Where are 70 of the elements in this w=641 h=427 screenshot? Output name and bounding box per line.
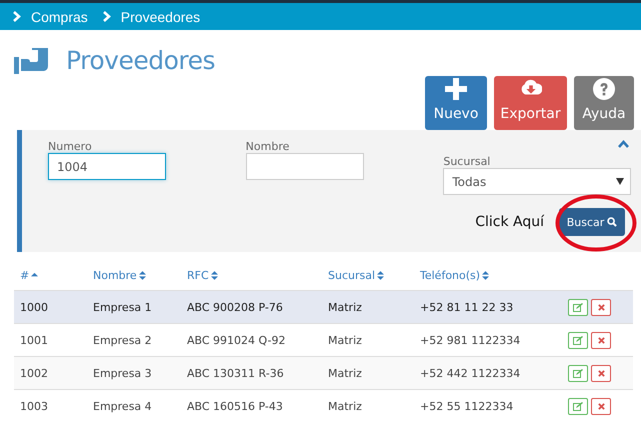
breadcrumb-link[interactable]: Proveedores	[120, 8, 200, 24]
table-row[interactable]: 1000 Empresa 1 ABC 900208 P-76 Matriz +52 81 11 22 33	[14, 290, 633, 323]
column-header[interactable]: Teléfono(s)	[420, 268, 480, 282]
plus-icon	[445, 78, 467, 100]
column-header[interactable]: Nombre	[93, 268, 137, 282]
chevron-right-icon	[12, 11, 21, 22]
search-icon	[607, 217, 618, 227]
table-cell-text: +52 442 1122334	[420, 366, 522, 380]
close-icon	[598, 370, 604, 376]
input-field[interactable]: 1004	[48, 153, 166, 180]
table-cell-text: +52 981 1122334	[420, 334, 522, 346]
delete-button[interactable]	[591, 332, 611, 348]
column-header[interactable]: #	[20, 268, 30, 282]
table-cell-text: 1000	[20, 300, 49, 314]
table-cell-text: Empresa 4	[93, 400, 153, 412]
table-cell-text: ABC 900208 P-76	[187, 300, 284, 314]
delete-button[interactable]	[591, 364, 611, 382]
close-icon	[598, 304, 604, 310]
delete-button[interactable]	[591, 298, 611, 316]
table-row[interactable]: 1003 Empresa 4 ABC 160516 P-43 Matriz +52 55 1122334	[14, 389, 633, 422]
help-button[interactable]: Ayuda	[574, 76, 634, 130]
collapse-icon[interactable]	[618, 140, 629, 148]
question-icon	[593, 78, 615, 100]
search-button[interactable]: Buscar	[559, 208, 625, 236]
dropdown-arrow-icon	[616, 178, 624, 185]
field-label: Sucursal	[443, 155, 492, 168]
table-cell-text: 1001	[20, 334, 49, 346]
table-cell-text: Matriz	[328, 400, 363, 412]
table-cell-text: Matriz	[328, 334, 363, 346]
table-cell-text: +52 55 1122334	[420, 400, 514, 412]
sort-icon[interactable]	[210, 270, 218, 280]
table-cell-text: Empresa 2	[93, 334, 153, 346]
export-button[interactable]: Exportar	[494, 76, 567, 130]
table-cell-text: ABC 160516 P-43	[187, 400, 284, 412]
sort-up-icon[interactable]	[31, 270, 38, 280]
edit-icon	[573, 368, 583, 378]
edit-button[interactable]	[568, 298, 588, 316]
edit-icon	[573, 336, 583, 344]
edit-icon	[573, 402, 583, 410]
field-label: Numero	[48, 140, 93, 153]
edit-icon	[573, 302, 583, 312]
column-header[interactable]: Sucursal	[328, 268, 376, 282]
table-cell-text: +52 81 11 22 33	[420, 300, 514, 314]
table-row[interactable]: 1002 Empresa 3 ABC 130311 R-36 Matriz +52 442 1122334	[14, 356, 633, 389]
close-icon	[598, 336, 604, 344]
close-icon	[598, 402, 604, 410]
chevron-right-icon	[102, 11, 111, 22]
edit-button[interactable]	[568, 364, 588, 382]
delete-button[interactable]	[591, 398, 611, 414]
table-cell-text: Matriz	[328, 366, 363, 380]
table-cell-text: 1002	[20, 366, 49, 380]
table-cell-text: Empresa 3	[93, 366, 153, 380]
new-button[interactable]: Nuevo	[425, 76, 487, 130]
table-cell-text: Matriz	[328, 300, 363, 314]
table-cell-text: ABC 991024 Q-92	[187, 334, 286, 346]
edit-button[interactable]	[568, 398, 588, 414]
input-field[interactable]	[246, 153, 364, 180]
breadcrumb-link[interactable]: Compras	[31, 8, 88, 24]
table-cell-text: ABC 130311 R-36	[187, 366, 285, 380]
page-title: Proveedores	[66, 46, 216, 75]
table-cell-text: 1003	[20, 400, 49, 412]
sort-icon[interactable]	[482, 270, 490, 280]
column-header[interactable]: RFC	[187, 268, 209, 282]
sort-icon[interactable]	[138, 270, 146, 280]
hint-text: Click Aquí	[475, 214, 544, 230]
field-label: Nombre	[246, 140, 290, 153]
edit-button[interactable]	[568, 332, 588, 348]
select-field[interactable]: Todas	[443, 168, 632, 195]
sort-icon[interactable]	[377, 270, 384, 280]
table-cell-text: Empresa 1	[93, 300, 153, 314]
